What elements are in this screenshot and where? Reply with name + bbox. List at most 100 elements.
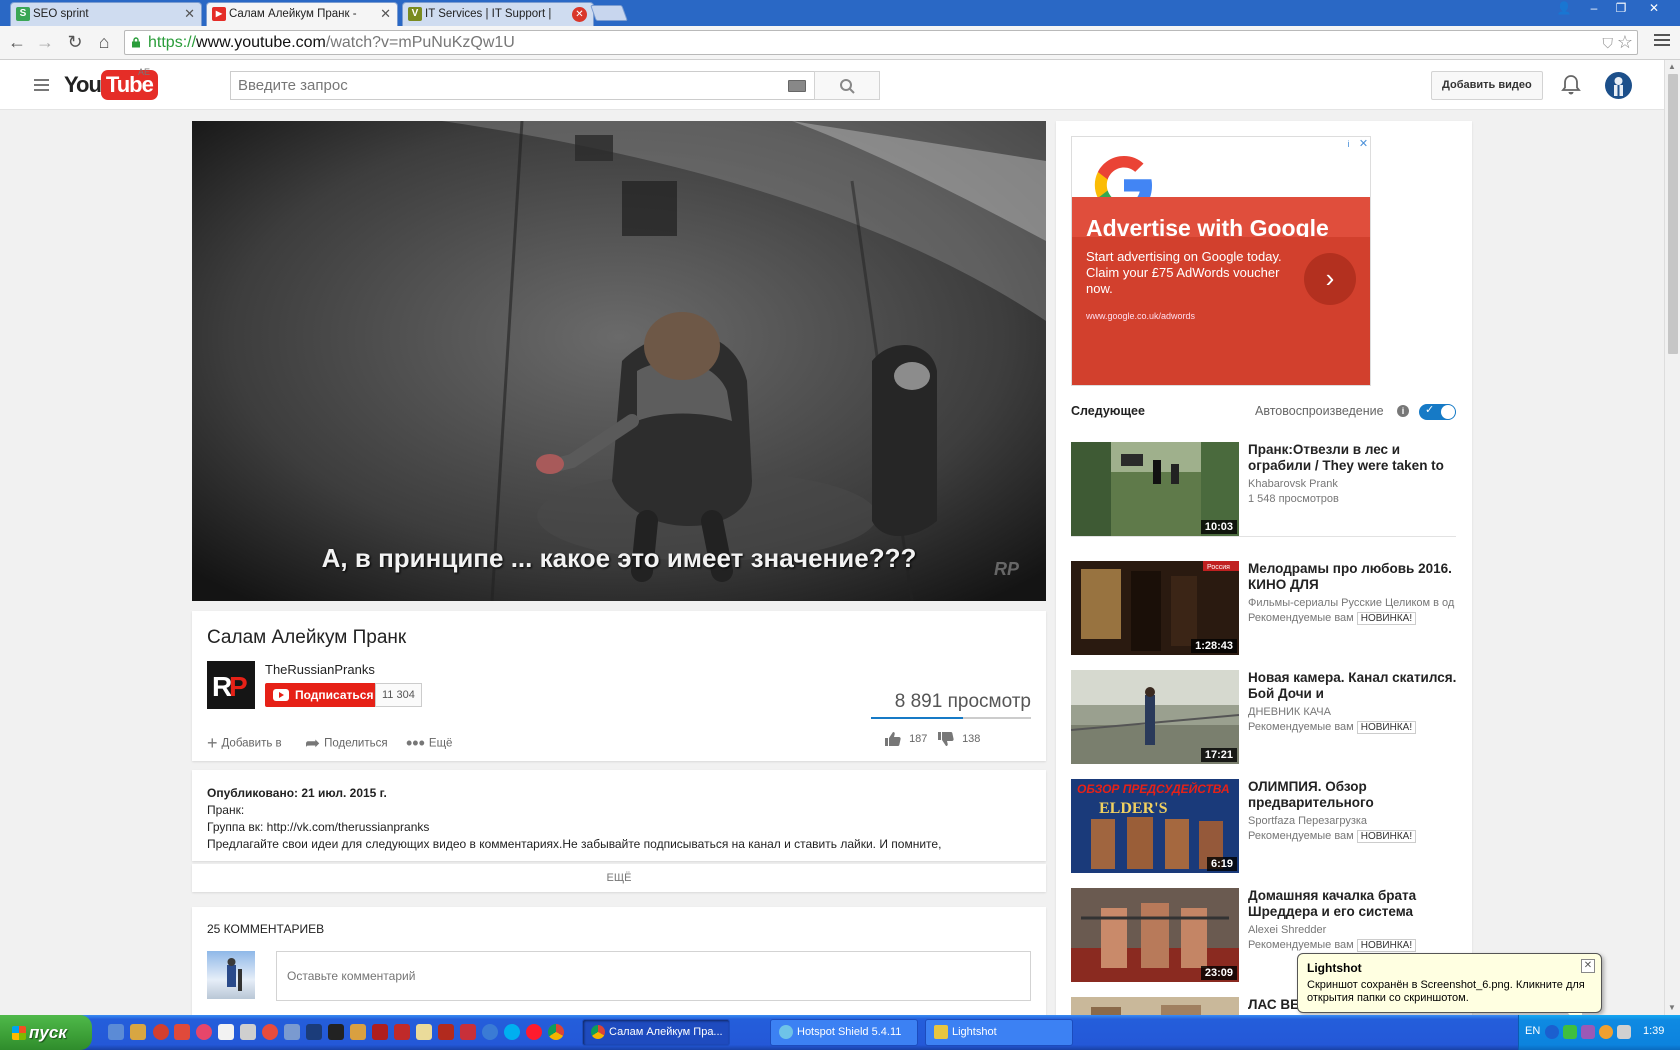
autoplay-toggle[interactable]: ✓ bbox=[1419, 404, 1456, 420]
address-bar[interactable]: https://www.youtube.com/watch?v=mPuNuKzQ… bbox=[124, 30, 1638, 55]
acrobat-icon[interactable] bbox=[174, 1024, 190, 1040]
close-tab-icon[interactable]: ✕ bbox=[184, 3, 195, 25]
media-player-icon[interactable] bbox=[196, 1024, 212, 1040]
reload-icon[interactable]: ↻ bbox=[64, 31, 86, 53]
chrome-icon[interactable] bbox=[548, 1024, 564, 1040]
bookmark-star-icon[interactable]: ☆ bbox=[1617, 32, 1633, 53]
volume-icon[interactable] bbox=[1617, 1025, 1631, 1039]
taskbar-item-chrome[interactable]: Салам Алейкум Пра... bbox=[582, 1019, 730, 1046]
network-icon[interactable] bbox=[482, 1024, 498, 1040]
like-button[interactable]: 187 bbox=[884, 731, 927, 747]
related-video-item[interactable]: 10:03 Пранк:Отвезли в лес и ограбили / T… bbox=[1071, 442, 1461, 536]
tab-youtube[interactable]: ▶ Салам Алейкум Пранк - YouTube ✕ bbox=[206, 2, 398, 26]
user-app-icon[interactable] bbox=[350, 1024, 366, 1040]
taskbar-item-lightshot[interactable]: Lightshot bbox=[925, 1019, 1073, 1046]
related-video-title[interactable]: Мелодрамы про любовь 2016. КИНО ДЛЯ bbox=[1248, 561, 1460, 593]
show-desktop-icon[interactable] bbox=[108, 1024, 124, 1040]
lightshot-notification[interactable]: Lightshot Скриншот сохранён в Screenshot… bbox=[1297, 953, 1602, 1029]
new-tab-button[interactable] bbox=[590, 5, 628, 21]
channel-avatar[interactable]: RP bbox=[207, 661, 255, 709]
video-thumbnail[interactable]: 17:21 bbox=[1071, 670, 1239, 764]
start-button[interactable]: пуск bbox=[0, 1015, 92, 1050]
restore-icon[interactable]: ❐ bbox=[1609, 0, 1633, 18]
dislike-button[interactable]: 138 bbox=[937, 731, 980, 747]
tab-seo-sprint[interactable]: S SEO sprint ✕ bbox=[10, 2, 202, 26]
video-thumbnail[interactable] bbox=[1071, 997, 1239, 1015]
notification-text[interactable]: Скриншот сохранён в Screenshot_6.png. Кл… bbox=[1307, 979, 1587, 1005]
opera-icon[interactable] bbox=[153, 1024, 169, 1040]
app-icon[interactable] bbox=[460, 1024, 476, 1040]
alarm-icon[interactable] bbox=[262, 1024, 278, 1040]
photoshop-icon[interactable] bbox=[306, 1024, 322, 1040]
ad-info-icon[interactable]: i bbox=[1341, 137, 1356, 151]
video-duration: 10:03 bbox=[1200, 520, 1237, 534]
tray-arrow-icon[interactable] bbox=[1545, 1025, 1559, 1039]
close-icon[interactable]: ✕ bbox=[1581, 959, 1595, 973]
settings-icon[interactable] bbox=[284, 1024, 300, 1040]
document-icon[interactable] bbox=[218, 1024, 234, 1040]
autoplay-info-icon[interactable]: i bbox=[1397, 405, 1409, 417]
channel-name[interactable]: TheRussianPranks bbox=[265, 662, 375, 677]
guide-menu-icon[interactable] bbox=[34, 79, 49, 91]
video-thumbnail[interactable]: ОБЗОР ПРЕДСУДЕЙСТВА ELDER'S 6:19 bbox=[1071, 779, 1239, 873]
minimize-icon[interactable]: – bbox=[1582, 0, 1606, 18]
close-tab-icon[interactable]: ✕ bbox=[380, 3, 391, 25]
chrome-menu-icon[interactable] bbox=[1654, 34, 1670, 48]
related-video-title[interactable]: Домашняя качалка брата Шреддера и его си… bbox=[1248, 888, 1460, 920]
language-indicator[interactable]: EN bbox=[1525, 1025, 1540, 1037]
page-scrollbar[interactable]: ▲ ▼ bbox=[1664, 60, 1680, 1015]
description-link-line[interactable]: Группа вк: http://vk.com/therussianprank… bbox=[207, 820, 429, 834]
hotspot-shield-tray-icon[interactable] bbox=[1563, 1025, 1577, 1039]
red-app-icon[interactable] bbox=[394, 1024, 410, 1040]
tab-it-services[interactable]: V IT Services | IT Support | Bu ✕ bbox=[402, 2, 594, 26]
forward-icon[interactable]: → bbox=[34, 31, 56, 53]
taskbar-item-hotspot-shield[interactable]: Hotspot Shield 5.4.11 bbox=[770, 1019, 918, 1046]
subscribe-button[interactable]: Подписаться bbox=[265, 683, 383, 707]
search-button[interactable] bbox=[814, 71, 880, 100]
shield-extension-icon[interactable]: ⛉ bbox=[1603, 35, 1614, 52]
comment-input[interactable] bbox=[276, 951, 1031, 1001]
related-video-title[interactable]: Пранк:Отвезли в лес и ограбили / They we… bbox=[1248, 442, 1460, 474]
google-ad[interactable]: Advertise with Google Start advertising … bbox=[1071, 136, 1371, 386]
search-input[interactable] bbox=[230, 71, 815, 100]
ad-url[interactable]: www.google.co.uk/adwords bbox=[1086, 311, 1195, 321]
tray-app-icon[interactable] bbox=[1599, 1025, 1613, 1039]
video-thumbnail[interactable]: Россия 1:28:43 bbox=[1071, 561, 1239, 655]
scroll-up-icon[interactable]: ▲ bbox=[1668, 62, 1676, 71]
more-actions-button[interactable]: ••• Ещё bbox=[406, 733, 452, 754]
ad-chevron-right-icon[interactable]: › bbox=[1304, 253, 1356, 305]
scrollbar-thumb[interactable] bbox=[1668, 74, 1678, 354]
related-video-item[interactable]: Россия 1:28:43 Мелодрамы про любовь 2016… bbox=[1071, 561, 1461, 655]
red-app-icon[interactable] bbox=[372, 1024, 388, 1040]
tools-icon[interactable] bbox=[240, 1024, 256, 1040]
add-to-button[interactable]: + Добавить в bbox=[207, 733, 282, 754]
scroll-down-icon[interactable]: ▼ bbox=[1668, 1003, 1676, 1012]
terminal-icon[interactable] bbox=[328, 1024, 344, 1040]
related-video-item[interactable]: ОБЗОР ПРЕДСУДЕЙСТВА ELDER'S 6:19 ОЛИМПИЯ.… bbox=[1071, 779, 1461, 873]
video-player[interactable]: А, в принципе ... какое это имеет значен… bbox=[192, 121, 1046, 601]
notifications-bell-icon[interactable] bbox=[1561, 74, 1581, 96]
related-video-item[interactable]: 17:21 Новая камера. Канал скатился. Бой … bbox=[1071, 670, 1461, 764]
upload-button[interactable]: Добавить видео bbox=[1431, 71, 1543, 100]
home-icon[interactable]: ⌂ bbox=[93, 31, 115, 53]
show-more-button[interactable]: ЕЩЁ bbox=[192, 864, 1046, 892]
user-avatar[interactable] bbox=[1605, 72, 1632, 99]
keyboard-icon[interactable] bbox=[788, 80, 806, 92]
opera-browser-icon[interactable] bbox=[526, 1024, 542, 1040]
youtube-logo[interactable]: You Tube AE bbox=[64, 67, 158, 100]
notepad-icon[interactable] bbox=[416, 1024, 432, 1040]
user-profile-icon[interactable]: 👤 bbox=[1552, 0, 1576, 18]
video-thumbnail[interactable]: 10:03 bbox=[1071, 442, 1239, 536]
share-button[interactable]: ➦ Поделиться bbox=[305, 733, 388, 754]
lightshot-tray-icon[interactable] bbox=[1581, 1025, 1595, 1039]
related-video-title[interactable]: ОЛИМПИЯ. Обзор предварительного bbox=[1248, 779, 1460, 811]
ad-close-icon[interactable]: ✕ bbox=[1356, 137, 1370, 151]
close-tab-icon[interactable]: ✕ bbox=[572, 7, 587, 22]
quicklaunch-app-icon[interactable] bbox=[130, 1024, 146, 1040]
back-icon[interactable]: ← bbox=[6, 31, 28, 53]
close-window-icon[interactable]: ✕ bbox=[1642, 0, 1666, 18]
filezilla-icon[interactable] bbox=[438, 1024, 454, 1040]
video-thumbnail[interactable]: 23:09 bbox=[1071, 888, 1239, 982]
related-video-title[interactable]: Новая камера. Канал скатился. Бой Дочи и bbox=[1248, 670, 1460, 702]
skype-icon[interactable] bbox=[504, 1024, 520, 1040]
